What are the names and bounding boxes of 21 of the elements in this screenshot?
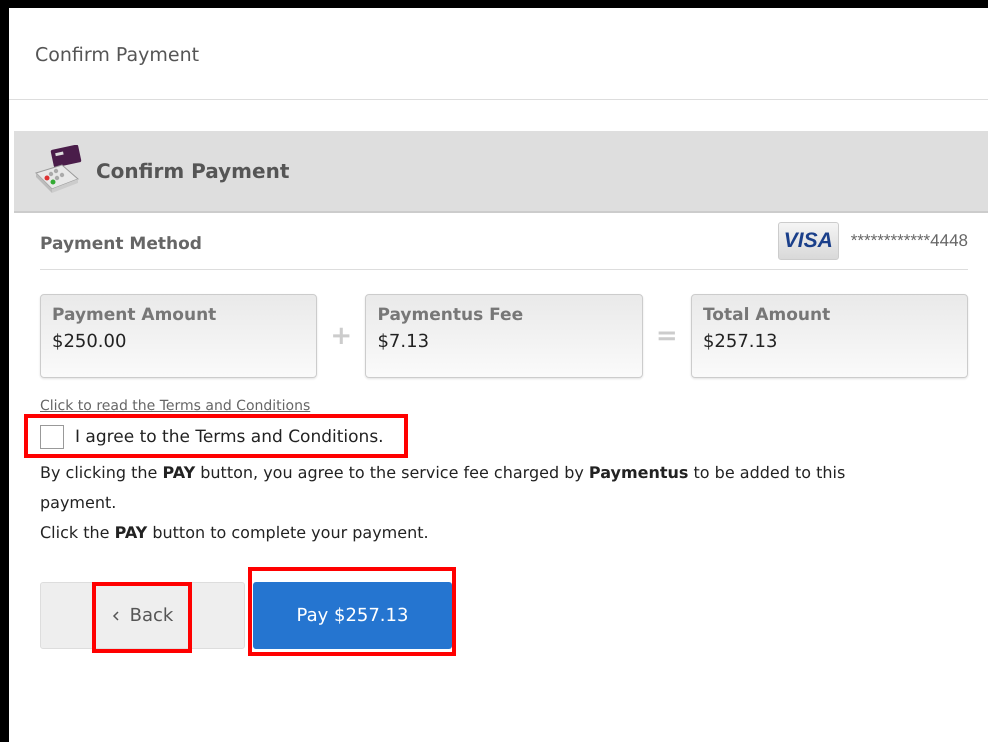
amount-label: Paymentus Fee [377, 305, 524, 325]
amount-value: $7.13 [377, 331, 430, 352]
terms-link[interactable]: Click to read the Terms and Conditions [40, 398, 310, 414]
chevron-left-icon [112, 610, 120, 622]
amount-value: $257.13 [702, 331, 778, 352]
card-logo: VISA [778, 222, 839, 260]
pay-button[interactable]: Pay $257.13 [253, 582, 452, 649]
amount-label: Total Amount [702, 305, 832, 325]
amount-value: $250.00 [52, 331, 128, 352]
payment-method-label: Payment Method [40, 233, 202, 254]
page-title: Confirm Payment [9, 8, 988, 100]
agree-label: I agree to the Terms and Conditions. [75, 427, 384, 447]
note-text: By clicking the PAY button, you agree to the service fee charged by Paymentus to be added to this payment. [40, 462, 846, 514]
agree-checkbox[interactable] [40, 425, 64, 449]
amount-label: Payment Amount [52, 305, 218, 325]
back-button[interactable]: Back [40, 582, 245, 649]
operator-sign: + [329, 321, 354, 351]
note-text: Click the PAY button to complete your payment. [40, 522, 430, 544]
panel-title: Confirm Payment [96, 159, 290, 183]
card-number: ************4448 [850, 231, 968, 251]
operator-sign: = [654, 321, 679, 351]
